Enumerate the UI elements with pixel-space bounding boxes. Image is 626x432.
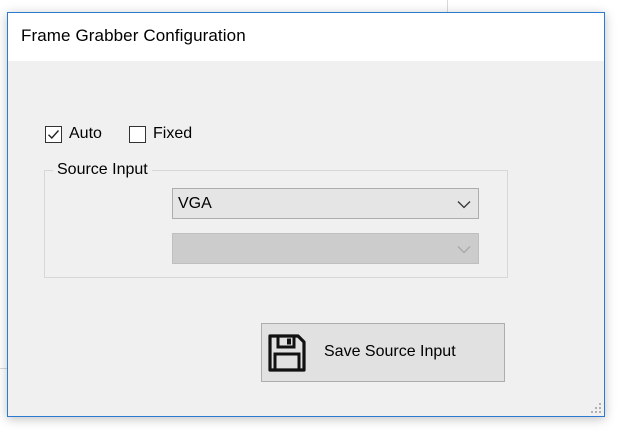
fixed-checkbox[interactable]: Fixed	[129, 125, 192, 143]
resolution-dropdown[interactable]	[172, 233, 479, 264]
chevron-down-icon	[457, 246, 471, 254]
fixed-label[interactable]: Fixed	[153, 125, 192, 143]
source-dropdown[interactable]: VGA	[172, 188, 479, 219]
source-dropdown-value: VGA	[178, 195, 212, 212]
auto-label[interactable]: Auto	[69, 125, 102, 143]
background-divider	[447, 0, 448, 12]
frame-grabber-dialog: Frame Grabber Configuration Auto Fixed S…	[7, 12, 605, 417]
save-button-label: Save Source Input	[324, 343, 456, 360]
floppy-disk-icon	[268, 334, 306, 372]
window-title: Frame Grabber Configuration	[21, 26, 246, 45]
resize-grip-icon[interactable]	[590, 402, 602, 414]
chevron-down-icon	[457, 201, 471, 209]
title-bar[interactable]: Frame Grabber Configuration	[8, 13, 604, 61]
auto-checkbox[interactable]: Auto	[45, 125, 102, 143]
save-source-input-button[interactable]: Save Source Input	[261, 323, 505, 382]
source-input-group-label: Source Input	[53, 161, 152, 179]
checkbox-unchecked-icon[interactable]	[129, 125, 146, 143]
checkbox-checked-icon[interactable]	[45, 125, 62, 143]
